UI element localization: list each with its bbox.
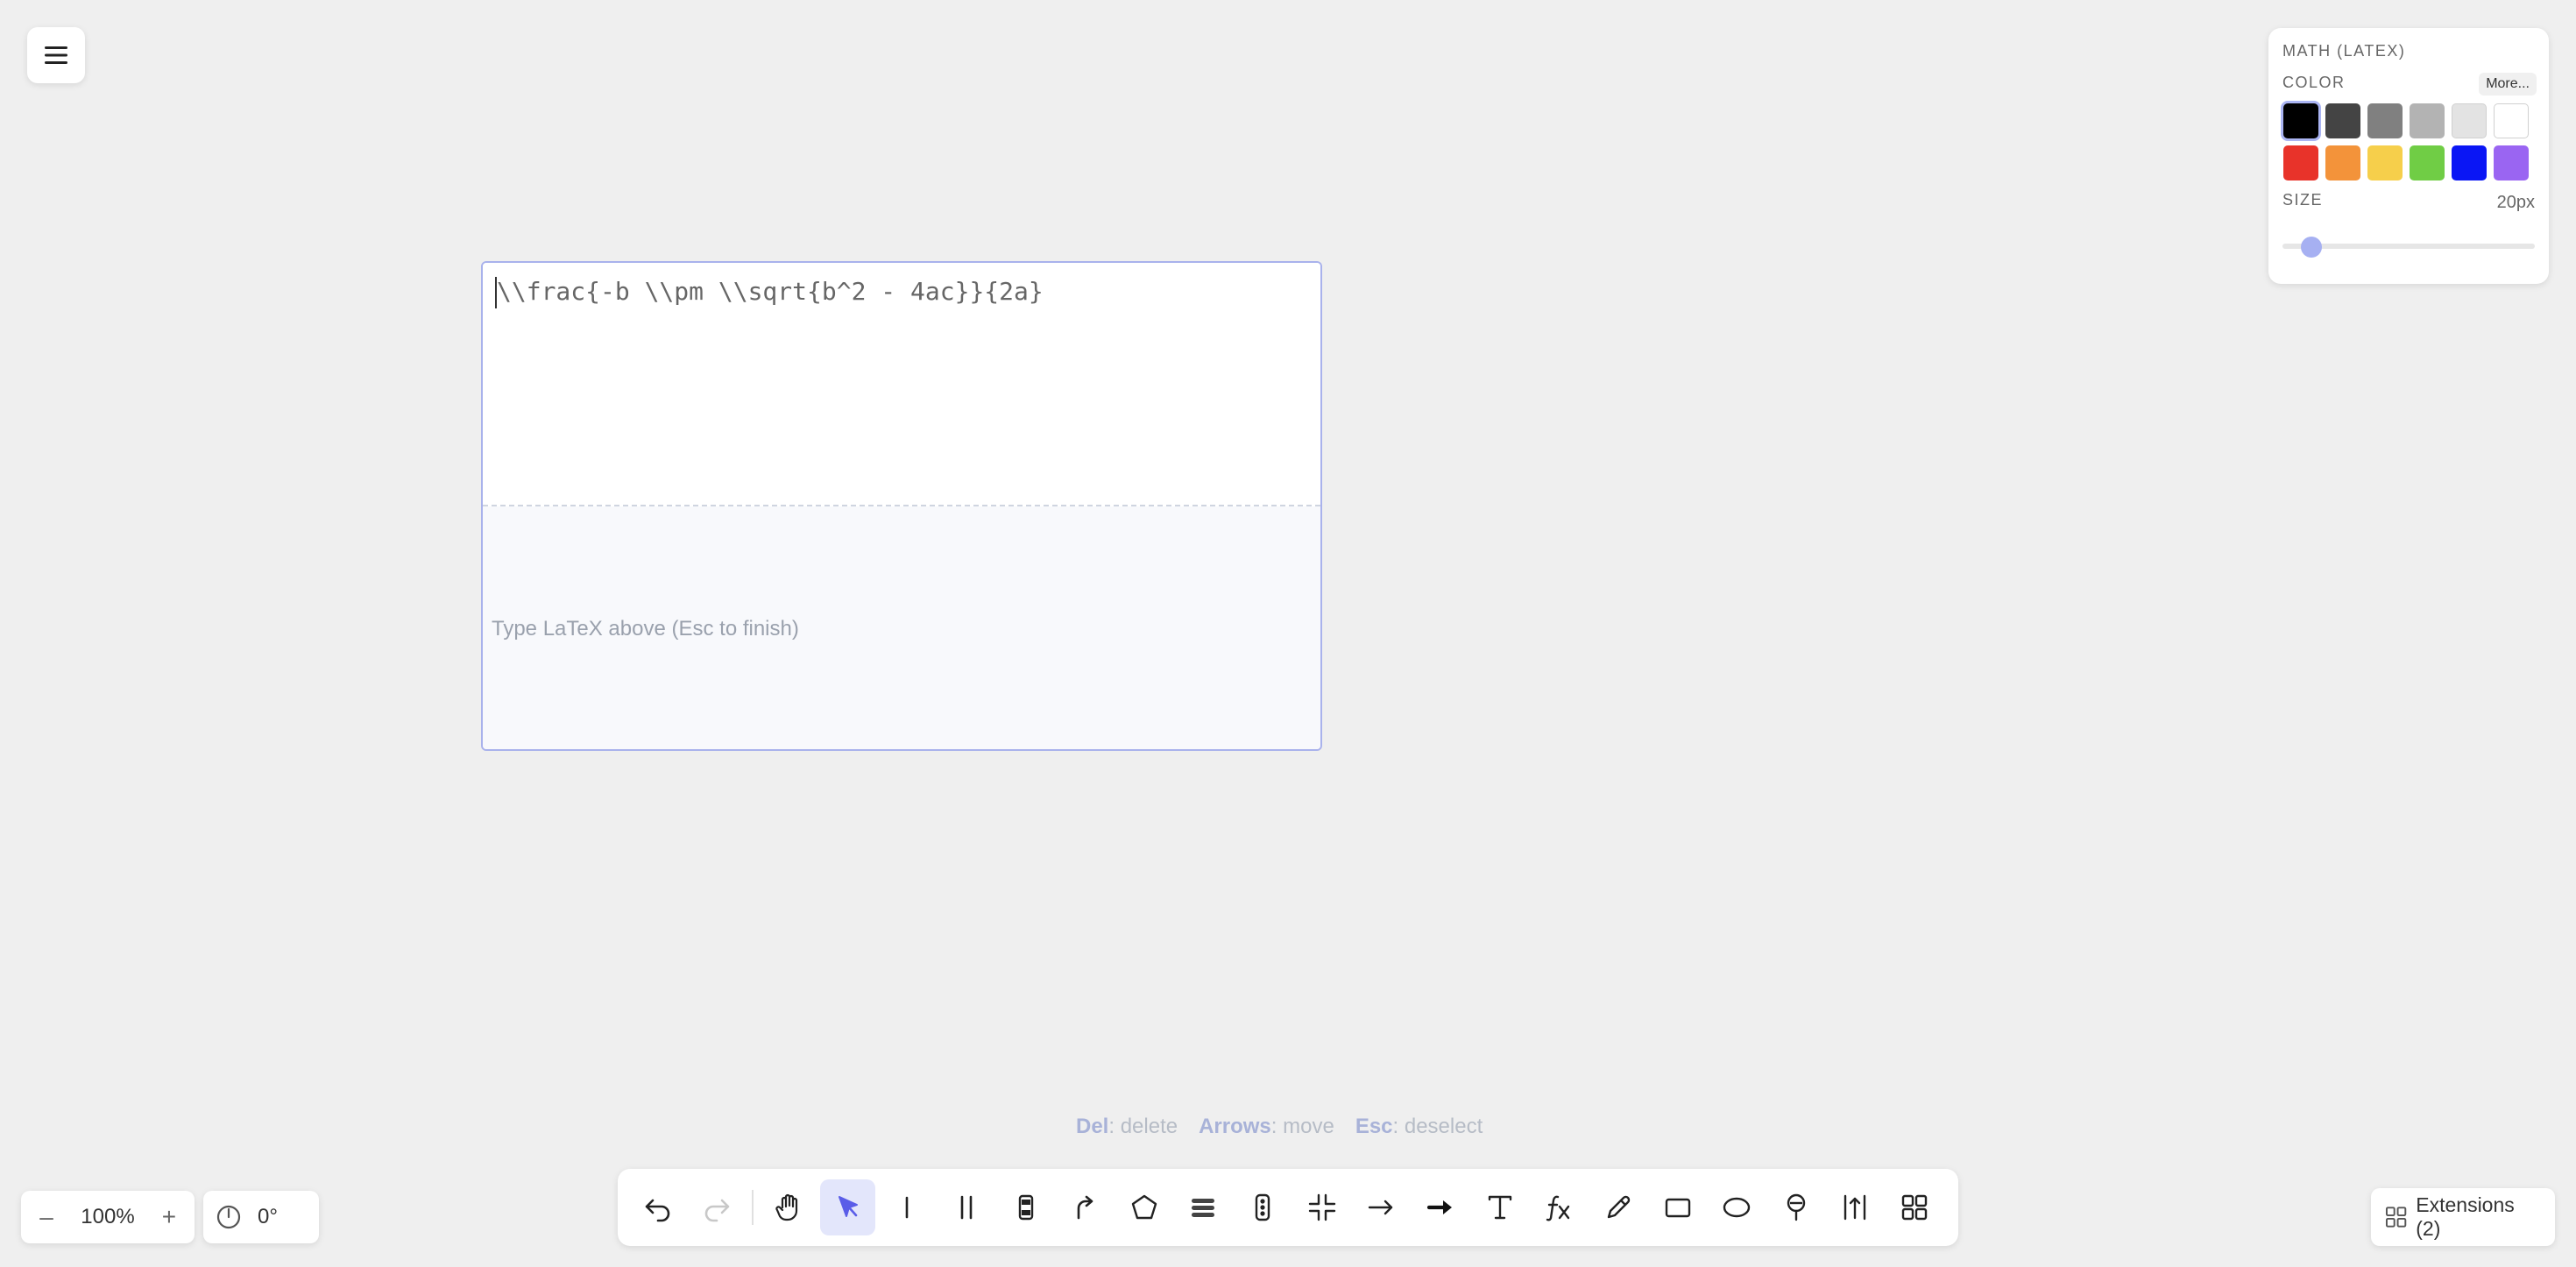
traffic-light-tool[interactable] xyxy=(1235,1179,1290,1235)
pentagon-icon xyxy=(1131,1194,1157,1220)
extensions-grid-icon xyxy=(2385,1207,2407,1228)
arrow-right-icon xyxy=(1369,1200,1393,1215)
single-line-icon xyxy=(905,1196,909,1219)
battery-icon xyxy=(1018,1194,1033,1221)
latex-preview: Type LaTeX above (Esc to finish) xyxy=(483,506,1320,749)
pencil-tool[interactable] xyxy=(1590,1179,1645,1235)
text-t-icon xyxy=(1488,1195,1511,1220)
rotation-control[interactable]: 0° xyxy=(203,1191,319,1243)
component-tool[interactable] xyxy=(998,1179,1053,1235)
curve-arrow-tool[interactable] xyxy=(1057,1179,1112,1235)
hint-escape: Esc: deselect xyxy=(1355,1115,1483,1138)
color-swatch[interactable] xyxy=(2367,103,2403,138)
compress-icon xyxy=(1308,1193,1335,1221)
color-swatch[interactable] xyxy=(2452,145,2487,180)
rotate-dial-icon xyxy=(216,1205,241,1229)
select-tool[interactable] xyxy=(819,1179,876,1235)
extensions-button[interactable]: Extensions (2) xyxy=(2371,1188,2555,1246)
text-tool[interactable] xyxy=(1472,1179,1527,1235)
hamburger-icon xyxy=(45,46,67,64)
double-line-icon xyxy=(960,1195,973,1220)
line-tool[interactable] xyxy=(880,1179,935,1235)
redo-icon xyxy=(705,1199,730,1222)
pin-marker-icon xyxy=(1787,1193,1806,1221)
double-line-tool[interactable] xyxy=(938,1179,994,1235)
size-label: SIZE xyxy=(2282,191,2324,209)
color-swatch[interactable] xyxy=(2283,103,2318,138)
measure-arrow-icon xyxy=(1844,1194,1866,1221)
stack-bars-icon xyxy=(1192,1199,1215,1217)
hand-tool[interactable] xyxy=(761,1179,816,1235)
undo-icon xyxy=(645,1199,669,1222)
more-colors-button[interactable]: More... xyxy=(2479,73,2537,96)
zoom-controls: – 100% + xyxy=(21,1191,195,1243)
main-toolbar xyxy=(618,1169,1958,1246)
grid-icon xyxy=(1901,1194,1928,1221)
bold-arrow-tool[interactable] xyxy=(1412,1179,1468,1235)
ellipse-tool[interactable] xyxy=(1709,1179,1765,1235)
color-label: COLOR xyxy=(2282,74,2346,91)
math-tool[interactable] xyxy=(1532,1179,1587,1235)
color-swatch[interactable] xyxy=(2494,145,2529,180)
color-swatch[interactable] xyxy=(2367,145,2403,180)
preview-hint: Type LaTeX above (Esc to finish) xyxy=(492,617,799,641)
color-swatch[interactable] xyxy=(2452,103,2487,138)
pencil-icon xyxy=(1607,1195,1631,1219)
panel-title: MATH (LATEX) xyxy=(2282,42,2406,60)
latex-input[interactable]: \\frac{-b \\pm \\sqrt{b^2 - 4ac}}{2a} xyxy=(483,263,1320,506)
function-fx-icon xyxy=(1546,1195,1570,1221)
arrow-tool[interactable] xyxy=(1354,1179,1409,1235)
rectangle-icon xyxy=(1665,1198,1690,1218)
hand-icon xyxy=(775,1193,798,1221)
toolbar-divider xyxy=(752,1190,754,1225)
zoom-in-button[interactable]: + xyxy=(156,1203,182,1231)
size-value: 20px xyxy=(2496,193,2535,212)
marker-tool[interactable] xyxy=(1768,1179,1823,1235)
zoom-level[interactable]: 100% xyxy=(81,1205,134,1229)
redo-button[interactable] xyxy=(690,1179,745,1235)
latex-source[interactable]: \\frac{-b \\pm \\sqrt{b^2 - 4ac}}{2a} xyxy=(497,277,1044,306)
bold-arrow-icon xyxy=(1426,1200,1452,1214)
curve-arrow-icon xyxy=(1077,1195,1093,1220)
keyboard-hints: Del: delete Arrows: move Esc: deselect xyxy=(1076,1115,1483,1139)
color-swatch[interactable] xyxy=(2494,103,2529,138)
zoom-out-button[interactable]: – xyxy=(33,1203,60,1231)
size-slider-thumb[interactable] xyxy=(2300,237,2322,258)
color-swatch[interactable] xyxy=(2410,103,2445,138)
measure-tool[interactable] xyxy=(1828,1179,1883,1235)
color-swatch[interactable] xyxy=(2410,145,2445,180)
properties-panel: MATH (LATEX) COLOR More... SIZE 20px xyxy=(2268,28,2549,284)
color-swatch[interactable] xyxy=(2325,145,2360,180)
traffic-light-icon xyxy=(1255,1193,1270,1221)
polygon-tool[interactable] xyxy=(1116,1179,1171,1235)
extensions-label: Extensions (2) xyxy=(2416,1193,2515,1240)
grid-tool[interactable] xyxy=(1886,1179,1942,1235)
hint-arrows: Arrows: move xyxy=(1199,1115,1334,1138)
menu-button[interactable] xyxy=(27,27,85,83)
undo-button[interactable] xyxy=(630,1179,685,1235)
hint-delete: Del: delete xyxy=(1076,1115,1178,1138)
stack-tool[interactable] xyxy=(1176,1179,1231,1235)
rotation-value: 0° xyxy=(258,1205,278,1228)
rectangle-tool[interactable] xyxy=(1650,1179,1705,1235)
color-swatch[interactable] xyxy=(2283,145,2318,180)
color-swatch[interactable] xyxy=(2325,103,2360,138)
cursor-arrow-icon xyxy=(838,1196,858,1217)
ellipse-icon xyxy=(1723,1197,1751,1218)
compress-tool[interactable] xyxy=(1294,1179,1349,1235)
latex-editor[interactable]: \\frac{-b \\pm \\sqrt{b^2 - 4ac}}{2a} Ty… xyxy=(481,261,1322,751)
